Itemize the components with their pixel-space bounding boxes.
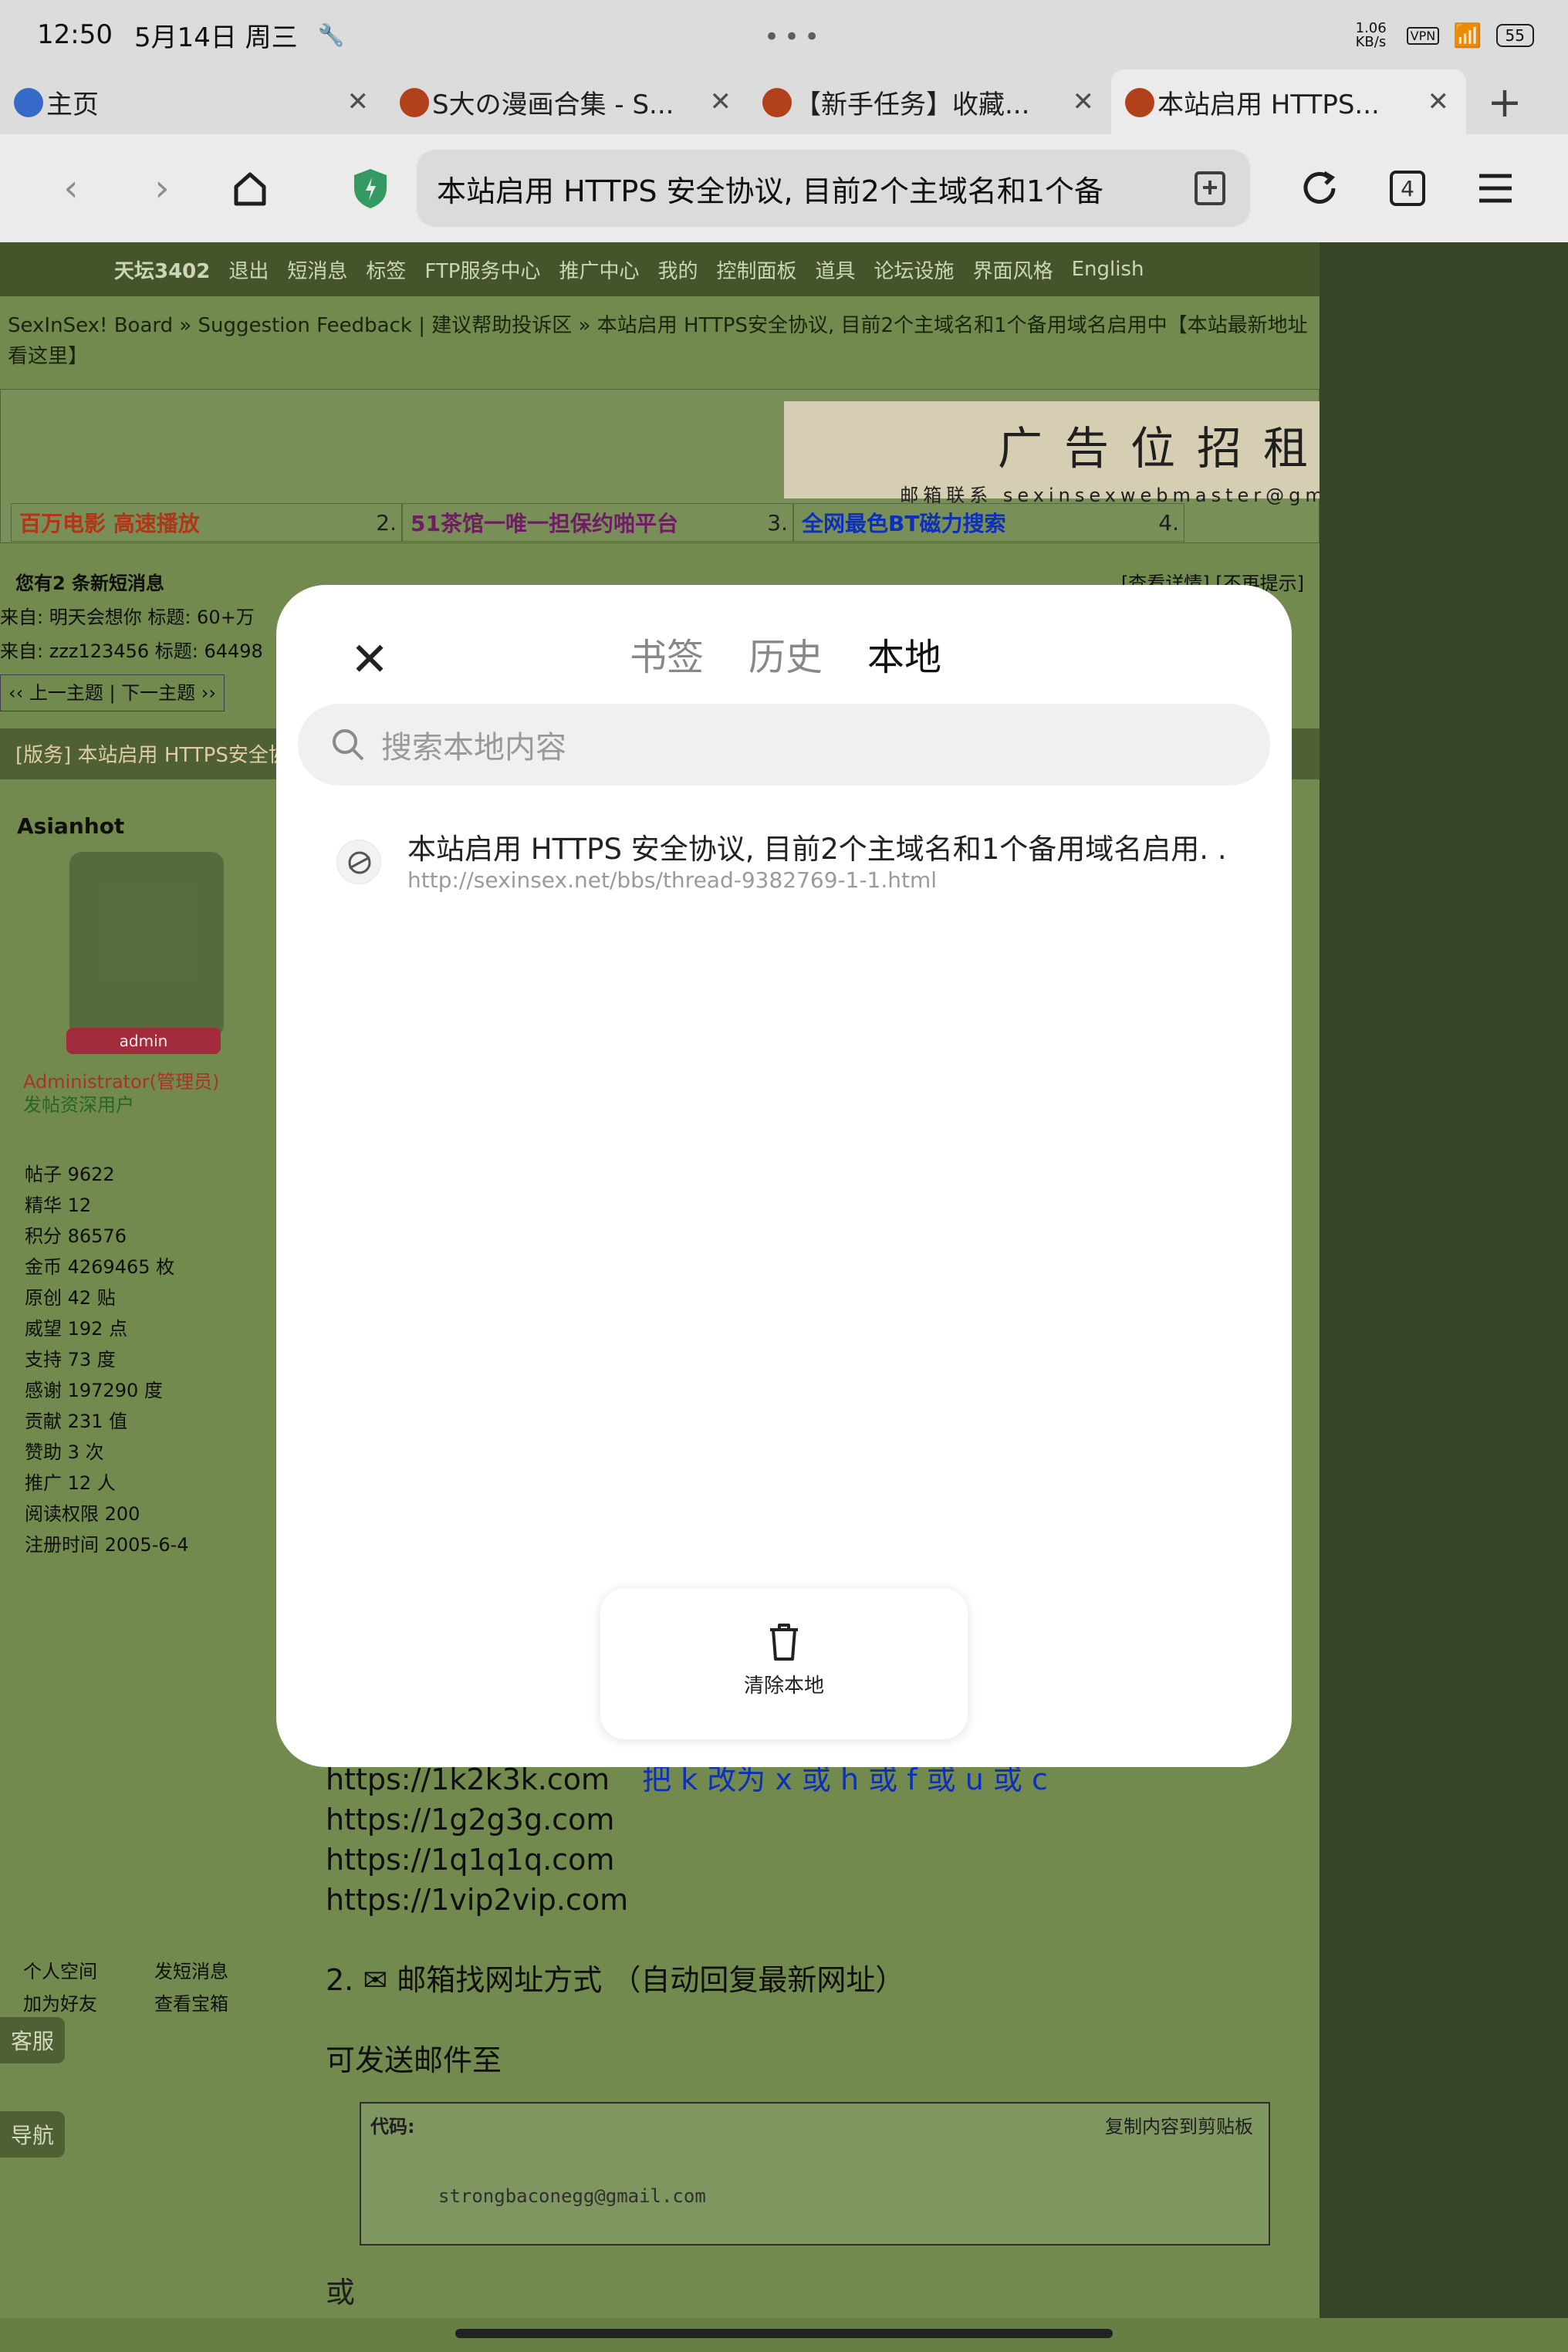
tab-bookmarks[interactable]: 书签 <box>630 627 704 681</box>
search-placeholder: 搜索本地内容 <box>381 730 566 765</box>
item-url: http://sexinsex.net/bbs/thread-9382769-1… <box>407 867 938 893</box>
close-icon[interactable]: ✕ <box>343 633 397 687</box>
item-title: 本站启用 HTTPS 安全协议, 目前2个主域名和1个备用域名启用. . <box>407 833 1227 866</box>
dialog-tabs: 书签 历史 本地 <box>630 627 941 681</box>
search-icon <box>333 729 364 761</box>
bookmarks-dialog: ✕ 书签 历史 本地 搜索本地内容 本站启用 HTTPS 安全协议, 目前2个主… <box>276 585 1292 1767</box>
clear-local-button[interactable]: 清除本地 <box>600 1588 968 1739</box>
clear-local-label: 清除本地 <box>743 1674 824 1698</box>
tab-history[interactable]: 历史 <box>749 627 823 681</box>
home-indicator[interactable] <box>455 2329 1113 2338</box>
globe-icon <box>336 840 381 884</box>
tab-local[interactable]: 本地 <box>867 627 941 681</box>
list-item[interactable]: 本站启用 HTTPS 安全协议, 目前2个主域名和1个备用域名启用. . htt… <box>336 816 1262 894</box>
trash-icon <box>770 1624 798 1661</box>
local-search-input[interactable]: 搜索本地内容 <box>298 704 1270 786</box>
